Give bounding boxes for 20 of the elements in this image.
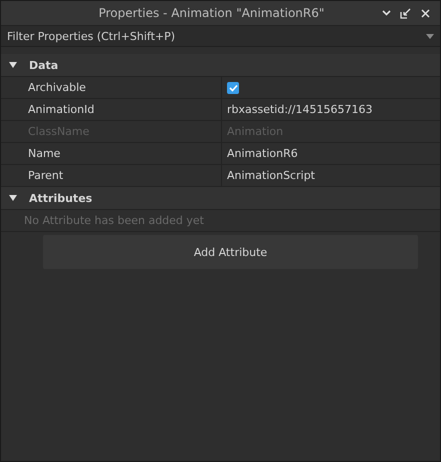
property-name: AnimationId	[28, 103, 94, 116]
checkbox[interactable]	[227, 82, 239, 94]
property-value[interactable]: rbxassetid://14515657163	[227, 103, 372, 116]
collapse-arrow-icon[interactable]	[9, 61, 17, 69]
section-title: Attributes	[29, 192, 92, 204]
property-name: Parent	[28, 169, 64, 182]
property-name: Archivable	[28, 81, 86, 94]
close-icon[interactable]	[421, 8, 430, 18]
add-attribute-button[interactable]: Add Attribute	[43, 235, 418, 269]
window-title: Properties - Animation "AnimationR6"	[98, 6, 326, 20]
property-value[interactable]: AnimationScript	[227, 169, 315, 182]
empty-message: No Attribute has been added yet	[24, 214, 204, 227]
undock-icon[interactable]	[400, 8, 412, 18]
dropdown-arrow-icon[interactable]	[426, 34, 434, 38]
property-name: Name	[28, 147, 60, 160]
property-value[interactable]: AnimationR6	[227, 147, 298, 160]
filter-field[interactable]: Filter Properties (Ctrl+Shift+P)	[7, 30, 367, 42]
chevron-down-icon[interactable]	[382, 10, 391, 16]
collapse-arrow-icon[interactable]	[9, 194, 17, 202]
section-title: Data	[29, 58, 58, 72]
